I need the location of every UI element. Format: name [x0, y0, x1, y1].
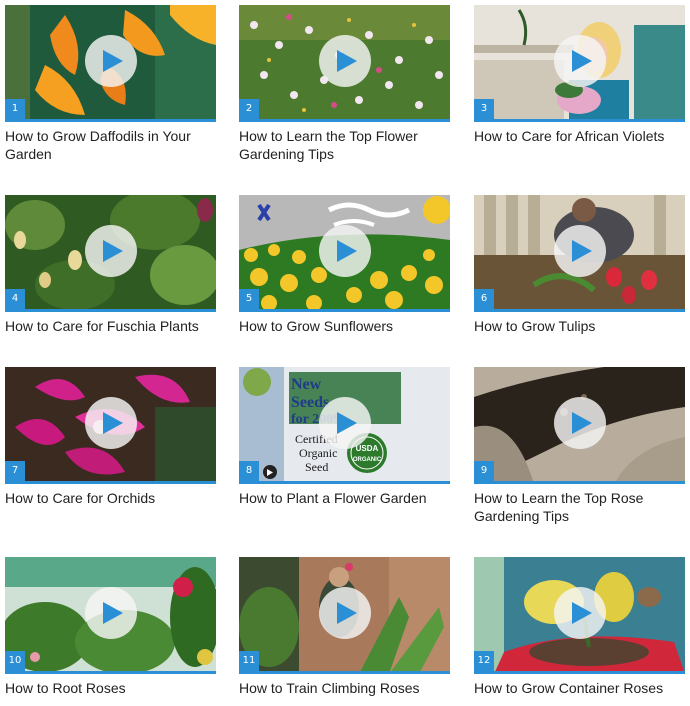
- video-title-link[interactable]: How to Grow Daffodils in Your Garden: [5, 127, 216, 163]
- video-card-3[interactable]: 3 How to Care for African Violets: [474, 5, 685, 145]
- play-icon[interactable]: [553, 225, 606, 277]
- video-thumbnail[interactable]: 10: [5, 557, 216, 674]
- video-thumbnail[interactable]: 4: [5, 195, 216, 312]
- video-card-12[interactable]: 12 How to Grow Container Roses: [474, 557, 685, 697]
- usda-badge-bottom: ORGANIC: [353, 457, 382, 463]
- video-card-10[interactable]: 10 How to Root Roses: [5, 557, 216, 697]
- video-title-link[interactable]: How to Grow Container Roses: [474, 679, 685, 697]
- sign-line-1: New: [291, 376, 322, 393]
- play-icon[interactable]: [318, 35, 371, 87]
- sign-line-5: Organic: [299, 446, 337, 460]
- play-icon[interactable]: [553, 587, 606, 639]
- play-icon[interactable]: [318, 225, 371, 277]
- video-thumbnail[interactable]: 2: [239, 5, 450, 122]
- video-title-link[interactable]: How to Train Climbing Roses: [239, 679, 450, 697]
- play-icon[interactable]: [84, 397, 137, 449]
- video-card-11[interactable]: 11 How to Train Climbing Roses: [239, 557, 450, 697]
- video-title-link[interactable]: How to Grow Tulips: [474, 317, 685, 335]
- play-icon[interactable]: [318, 397, 371, 449]
- video-card-2[interactable]: 2 How to Learn the Top Flower Gardening …: [239, 5, 450, 163]
- video-thumbnail[interactable]: 7: [5, 367, 216, 484]
- video-title-link[interactable]: How to Care for Fuschia Plants: [5, 317, 216, 335]
- play-icon[interactable]: [553, 397, 606, 449]
- video-card-5[interactable]: 5 How to Grow Sunflowers: [239, 195, 450, 335]
- video-title-link[interactable]: How to Learn the Top Rose Gardening Tips: [474, 489, 685, 525]
- video-number-badge: 4: [5, 289, 25, 309]
- play-icon[interactable]: [84, 587, 137, 639]
- video-number-badge: 5: [239, 289, 259, 309]
- play-icon[interactable]: [84, 35, 137, 87]
- sign-line-6: Seed: [305, 460, 328, 474]
- video-card-9[interactable]: 9 How to Learn the Top Rose Gardening Ti…: [474, 367, 685, 525]
- play-icon[interactable]: [553, 35, 606, 87]
- video-title-link[interactable]: How to Root Roses: [5, 679, 216, 697]
- video-number-badge: 9: [474, 461, 494, 481]
- video-thumbnail[interactable]: 12: [474, 557, 685, 674]
- video-card-8[interactable]: New Seeds for 2009 Certified Organic See…: [239, 367, 450, 507]
- play-icon[interactable]: [84, 225, 137, 277]
- video-number-badge: 12: [474, 651, 494, 671]
- video-number-badge: 10: [5, 651, 25, 671]
- mini-play-icon[interactable]: [263, 465, 277, 479]
- video-thumbnail[interactable]: 6: [474, 195, 685, 312]
- video-card-7[interactable]: 7 How to Care for Orchids: [5, 367, 216, 507]
- video-number-badge: 2: [239, 99, 259, 119]
- play-icon[interactable]: [318, 587, 371, 639]
- video-title-link[interactable]: How to Plant a Flower Garden: [239, 489, 450, 507]
- video-number-badge: 7: [5, 461, 25, 481]
- video-thumbnail[interactable]: 3: [474, 5, 685, 122]
- video-title-link[interactable]: How to Learn the Top Flower Gardening Ti…: [239, 127, 450, 163]
- video-title-link[interactable]: How to Grow Sunflowers: [239, 317, 450, 335]
- video-number-badge: 1: [5, 99, 25, 119]
- video-title-link[interactable]: How to Care for Orchids: [5, 489, 216, 507]
- usda-badge-top: USDA: [356, 444, 379, 453]
- video-number-badge: 3: [474, 99, 494, 119]
- video-thumbnail[interactable]: 1: [5, 5, 216, 122]
- video-thumbnail[interactable]: New Seeds for 2009 Certified Organic See…: [239, 367, 450, 484]
- video-card-4[interactable]: 4 How to Care for Fuschia Plants: [5, 195, 216, 335]
- video-number-badge: 11: [239, 651, 259, 671]
- video-thumbnail[interactable]: 11: [239, 557, 450, 674]
- video-number-badge: 8: [239, 461, 259, 481]
- video-thumbnail[interactable]: 9: [474, 367, 685, 484]
- video-thumbnail[interactable]: 5: [239, 195, 450, 312]
- video-card-1[interactable]: 1 How to Grow Daffodils in Your Garden: [5, 5, 216, 163]
- video-card-6[interactable]: 6 How to Grow Tulips: [474, 195, 685, 335]
- video-number-badge: 6: [474, 289, 494, 309]
- video-title-link[interactable]: How to Care for African Violets: [474, 127, 685, 145]
